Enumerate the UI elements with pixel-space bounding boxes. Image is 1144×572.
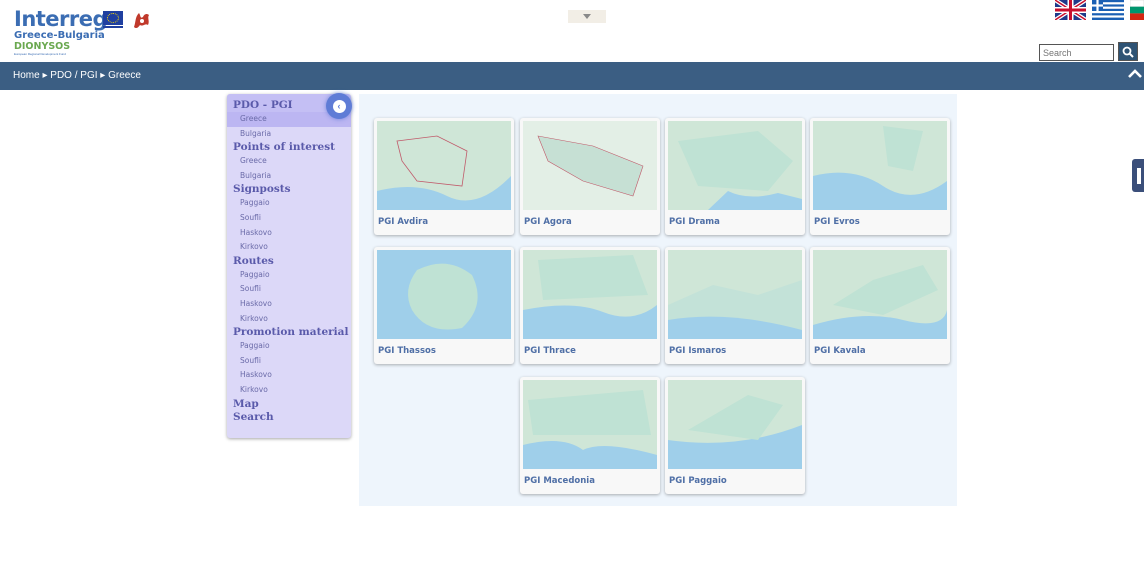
breadcrumb-section[interactable]: PDO / PGI	[50, 70, 97, 81]
map-thumbnail[interactable]	[668, 250, 802, 339]
pgi-card-title[interactable]: PGI Evros	[814, 217, 860, 227]
sidebar-item[interactable]: Soufli	[227, 282, 351, 297]
dionysos-emblem-icon	[134, 13, 149, 29]
pgi-card-title[interactable]: PGI Ismaros	[669, 346, 726, 356]
pgi-card[interactable]: PGI Macedonia	[520, 377, 660, 494]
facebook-share-tab[interactable]	[1132, 159, 1144, 192]
search-button[interactable]	[1118, 42, 1138, 61]
breadcrumb: Home ▸ PDO / PGI ▸ Greece	[13, 70, 141, 81]
map-thumbnail[interactable]	[377, 121, 511, 210]
pgi-card[interactable]: PGI Ismaros	[665, 247, 805, 364]
sidebar-heading[interactable]: Routes	[227, 255, 351, 268]
breadcrumb-separator: ▸	[100, 70, 106, 81]
sidebar-item[interactable]: Haskovo	[227, 226, 351, 241]
map-thumbnail[interactable]	[523, 380, 657, 469]
map-thumbnail[interactable]	[668, 121, 802, 210]
header-dropdown-toggle[interactable]	[568, 10, 606, 23]
sidebar-item[interactable]: Paggaio	[227, 196, 351, 211]
sidebar-item[interactable]: Soufli	[227, 211, 351, 226]
arrow-left-icon: ‹	[332, 99, 346, 113]
pgi-card-title[interactable]: PGI Kavala	[814, 346, 866, 356]
pgi-card-title[interactable]: PGI Macedonia	[524, 476, 595, 486]
scroll-top-chevron-icon[interactable]	[1128, 69, 1142, 79]
sidebar-heading[interactable]: Signposts	[227, 183, 351, 196]
pgi-card[interactable]: PGI Avdira	[374, 118, 514, 235]
greece-flag-icon[interactable]	[1092, 0, 1124, 20]
pgi-card[interactable]: PGI Evros	[810, 118, 950, 235]
map-thumbnail[interactable]	[523, 250, 657, 339]
logo-subtitle: Greece-Bulgaria	[14, 30, 105, 41]
interreg-logo[interactable]: Interreg Greece-Bulgaria DIONYSOS Europe…	[14, 7, 108, 56]
pgi-card[interactable]: PGI Paggaio	[665, 377, 805, 494]
sidebar-item[interactable]: Kirkovo	[227, 240, 351, 255]
caret-down-icon	[583, 14, 591, 19]
site-header: Interreg Greece-Bulgaria DIONYSOS Europe…	[0, 0, 1144, 62]
pgi-card-title[interactable]: PGI Thrace	[524, 346, 576, 356]
sidebar-item[interactable]: Bulgaria	[227, 169, 351, 184]
sidebar-heading[interactable]: Promotion material	[227, 326, 351, 339]
breadcrumb-home[interactable]: Home	[13, 70, 40, 81]
sidebar-heading[interactable]: Points of interest	[227, 141, 351, 154]
facebook-icon	[1137, 168, 1141, 184]
sidebar-item[interactable]: Bulgaria	[227, 127, 351, 142]
sidebar-item[interactable]: Haskovo	[227, 368, 351, 383]
pgi-card[interactable]: PGI Thrace	[520, 247, 660, 364]
pgi-card-title[interactable]: PGI Paggaio	[669, 476, 727, 486]
breadcrumb-current: Greece	[108, 70, 141, 81]
pgi-card-title[interactable]: PGI Agora	[524, 217, 572, 227]
eu-flag-icon	[103, 11, 123, 25]
pgi-card[interactable]: PGI Thassos	[374, 247, 514, 364]
map-thumbnail[interactable]	[813, 250, 947, 339]
pgi-card-title[interactable]: PGI Thassos	[378, 346, 436, 356]
search-icon	[1122, 46, 1134, 58]
breadcrumb-bar: Home ▸ PDO / PGI ▸ Greece	[0, 62, 1144, 90]
logo-project: DIONYSOS	[14, 41, 71, 52]
pgi-card-title[interactable]: PGI Drama	[669, 217, 720, 227]
sidebar-heading[interactable]: Search	[227, 411, 351, 424]
pgi-card-grid: PGI Avdira PGI Agora PGI Drama PGI Evros PGI…	[359, 94, 957, 506]
sidebar-item[interactable]: Kirkovo	[227, 312, 351, 327]
bulgaria-flag-icon[interactable]	[1130, 0, 1144, 20]
sidebar-item[interactable]: Kirkovo	[227, 383, 351, 398]
eu-flag-underline	[103, 26, 123, 28]
pgi-card[interactable]: PGI Kavala	[810, 247, 950, 364]
pgi-card[interactable]: PGI Agora	[520, 118, 660, 235]
pgi-card[interactable]: PGI Drama	[665, 118, 805, 235]
pgi-card-title[interactable]: PGI Avdira	[378, 217, 428, 227]
map-thumbnail[interactable]	[523, 121, 657, 210]
search-input[interactable]	[1039, 44, 1114, 61]
sidebar-item[interactable]: Paggaio	[227, 339, 351, 354]
sidebar-collapse-button[interactable]: ‹	[326, 93, 352, 119]
sidebar-item[interactable]: Greece	[227, 154, 351, 169]
logo-title: Interreg	[14, 7, 108, 31]
map-thumbnail[interactable]	[813, 121, 947, 210]
sidebar-item[interactable]: Paggaio	[227, 268, 351, 283]
map-thumbnail[interactable]	[377, 250, 511, 339]
sidebar-item[interactable]: Haskovo	[227, 297, 351, 312]
sidebar-heading[interactable]: Map	[227, 398, 351, 411]
uk-flag-icon[interactable]	[1055, 0, 1086, 20]
breadcrumb-separator: ▸	[42, 70, 48, 81]
sidebar-item[interactable]: Soufli	[227, 354, 351, 369]
map-thumbnail[interactable]	[668, 380, 802, 469]
sidebar-menu: PDO - PGI Greece Bulgaria Points of interes…	[227, 94, 351, 438]
logo-tagline: European Regional Development Fund	[14, 52, 66, 56]
